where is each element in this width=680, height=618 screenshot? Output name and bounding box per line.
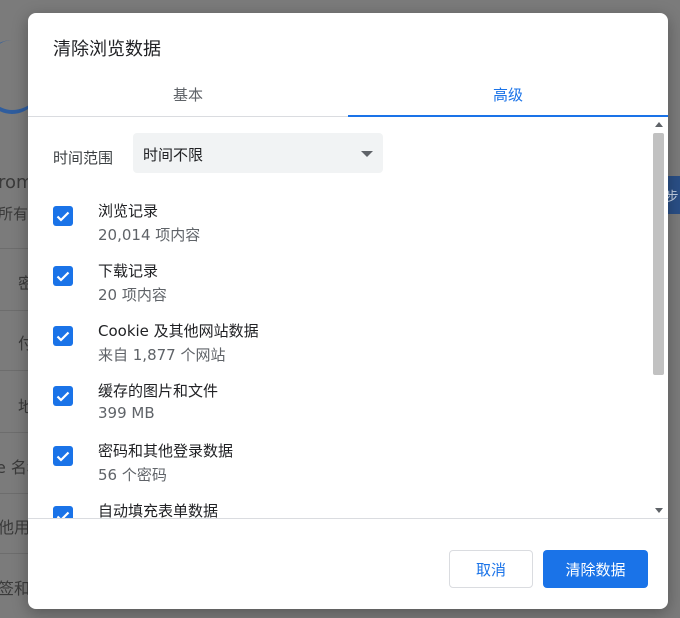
time-range-label: 时间范围 [53,149,114,167]
checkbox-cached-files[interactable] [53,386,73,406]
option-passwords[interactable]: 密码和其他登录数据 56 个密码 [28,440,638,496]
time-range-select[interactable]: 时间不限 [133,133,383,173]
background-divider [0,370,30,371]
options-panel: 时间范围 时间不限 浏览记录 20,014 项内容 下载记录 20 项内容 Co… [28,117,668,518]
time-range-value: 时间不限 [143,146,204,164]
background-divider [0,553,30,554]
option-browsing-history[interactable]: 浏览记录 20,014 项内容 [28,200,638,256]
checkbox-browsing-history[interactable] [53,206,73,226]
option-title: 下载记录 [98,262,159,280]
option-title: 浏览记录 [98,202,159,220]
checkbox-download-history[interactable] [53,266,73,286]
option-subtitle: 来自 1,877 个网站 [98,346,226,364]
option-title: 缓存的图片和文件 [98,382,219,400]
tab-advanced[interactable]: 高级 [348,73,668,117]
option-subtitle: 56 个密码 [98,466,167,484]
chevron-down-icon [361,151,373,157]
option-subtitle: 399 MB [98,404,155,422]
background-divider [0,432,30,433]
option-autofill[interactable]: 自动填充表单数据 [28,500,638,518]
option-title: Cookie 及其他网站数据 [98,322,259,340]
checkmark-icon [56,511,70,518]
checkbox-autofill[interactable] [53,506,73,518]
background-text: 签和 [0,579,31,598]
checkmark-icon [56,211,70,222]
checkmark-icon [56,391,70,402]
option-cookies[interactable]: Cookie 及其他网站数据 来自 1,877 个网站 [28,320,638,376]
options-scrollbar[interactable] [650,117,668,518]
checkbox-passwords[interactable] [53,446,73,466]
dialog-title: 清除浏览数据 [53,39,161,60]
background-text: 所有 [0,205,29,223]
clear-data-button[interactable]: 清除数据 [543,550,648,588]
background-divider [0,310,30,311]
option-title: 自动填充表单数据 [98,502,219,518]
background-text: 他用 [0,518,31,537]
clear-browsing-data-dialog: 清除浏览数据 基本 高级 时间范围 时间不限 浏览记录 20,014 项内容 下… [28,13,668,609]
option-subtitle: 20 项内容 [98,286,167,304]
scrollbar-thumb[interactable] [653,133,664,375]
scroll-down-arrow-icon[interactable] [655,508,663,513]
checkbox-cookies[interactable] [53,326,73,346]
tab-bar: 基本 高级 [28,73,668,117]
background-divider [0,248,30,249]
option-cached-files[interactable]: 缓存的图片和文件 399 MB [28,380,638,436]
tab-basic[interactable]: 基本 [28,73,348,116]
option-subtitle: 20,014 项内容 [98,226,201,244]
background-divider [0,493,30,494]
checkmark-icon [56,451,70,462]
dialog-footer: 取消 清除数据 [28,518,668,609]
option-download-history[interactable]: 下载记录 20 项内容 [28,260,638,316]
checkmark-icon [56,271,70,282]
scroll-up-arrow-icon[interactable] [655,122,663,127]
checkmark-icon [56,331,70,342]
option-title: 密码和其他登录数据 [98,442,234,460]
cancel-button[interactable]: 取消 [449,550,533,588]
